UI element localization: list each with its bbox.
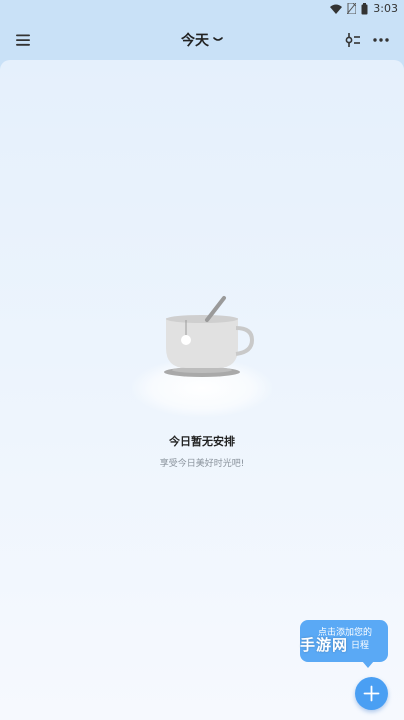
- status-icons: 3:03: [330, 2, 398, 15]
- coffee-cup-icon: [132, 296, 272, 418]
- status-time: 3:03: [373, 2, 398, 15]
- top-bar: 今天: [0, 18, 404, 62]
- watermark: 手游网: [300, 636, 349, 654]
- plus-icon: [363, 685, 380, 702]
- filter-button[interactable]: [344, 31, 362, 49]
- no-sim-icon: [347, 3, 357, 14]
- wifi-icon: [330, 4, 343, 14]
- empty-state-title: 今日暂无安排: [169, 435, 235, 448]
- filter-icon: [345, 33, 360, 47]
- battery-icon: [361, 2, 368, 14]
- more-button[interactable]: [372, 31, 390, 49]
- add-schedule-button[interactable]: [355, 677, 388, 710]
- chevron-down-icon: [213, 37, 223, 41]
- tooltip-pointer: [362, 661, 374, 668]
- empty-state-subtitle: 享受今日美好时光吧!: [159, 459, 245, 469]
- more-icon: [373, 38, 389, 42]
- page-title: 今天: [181, 33, 209, 49]
- status-bar: 3:03: [0, 0, 404, 18]
